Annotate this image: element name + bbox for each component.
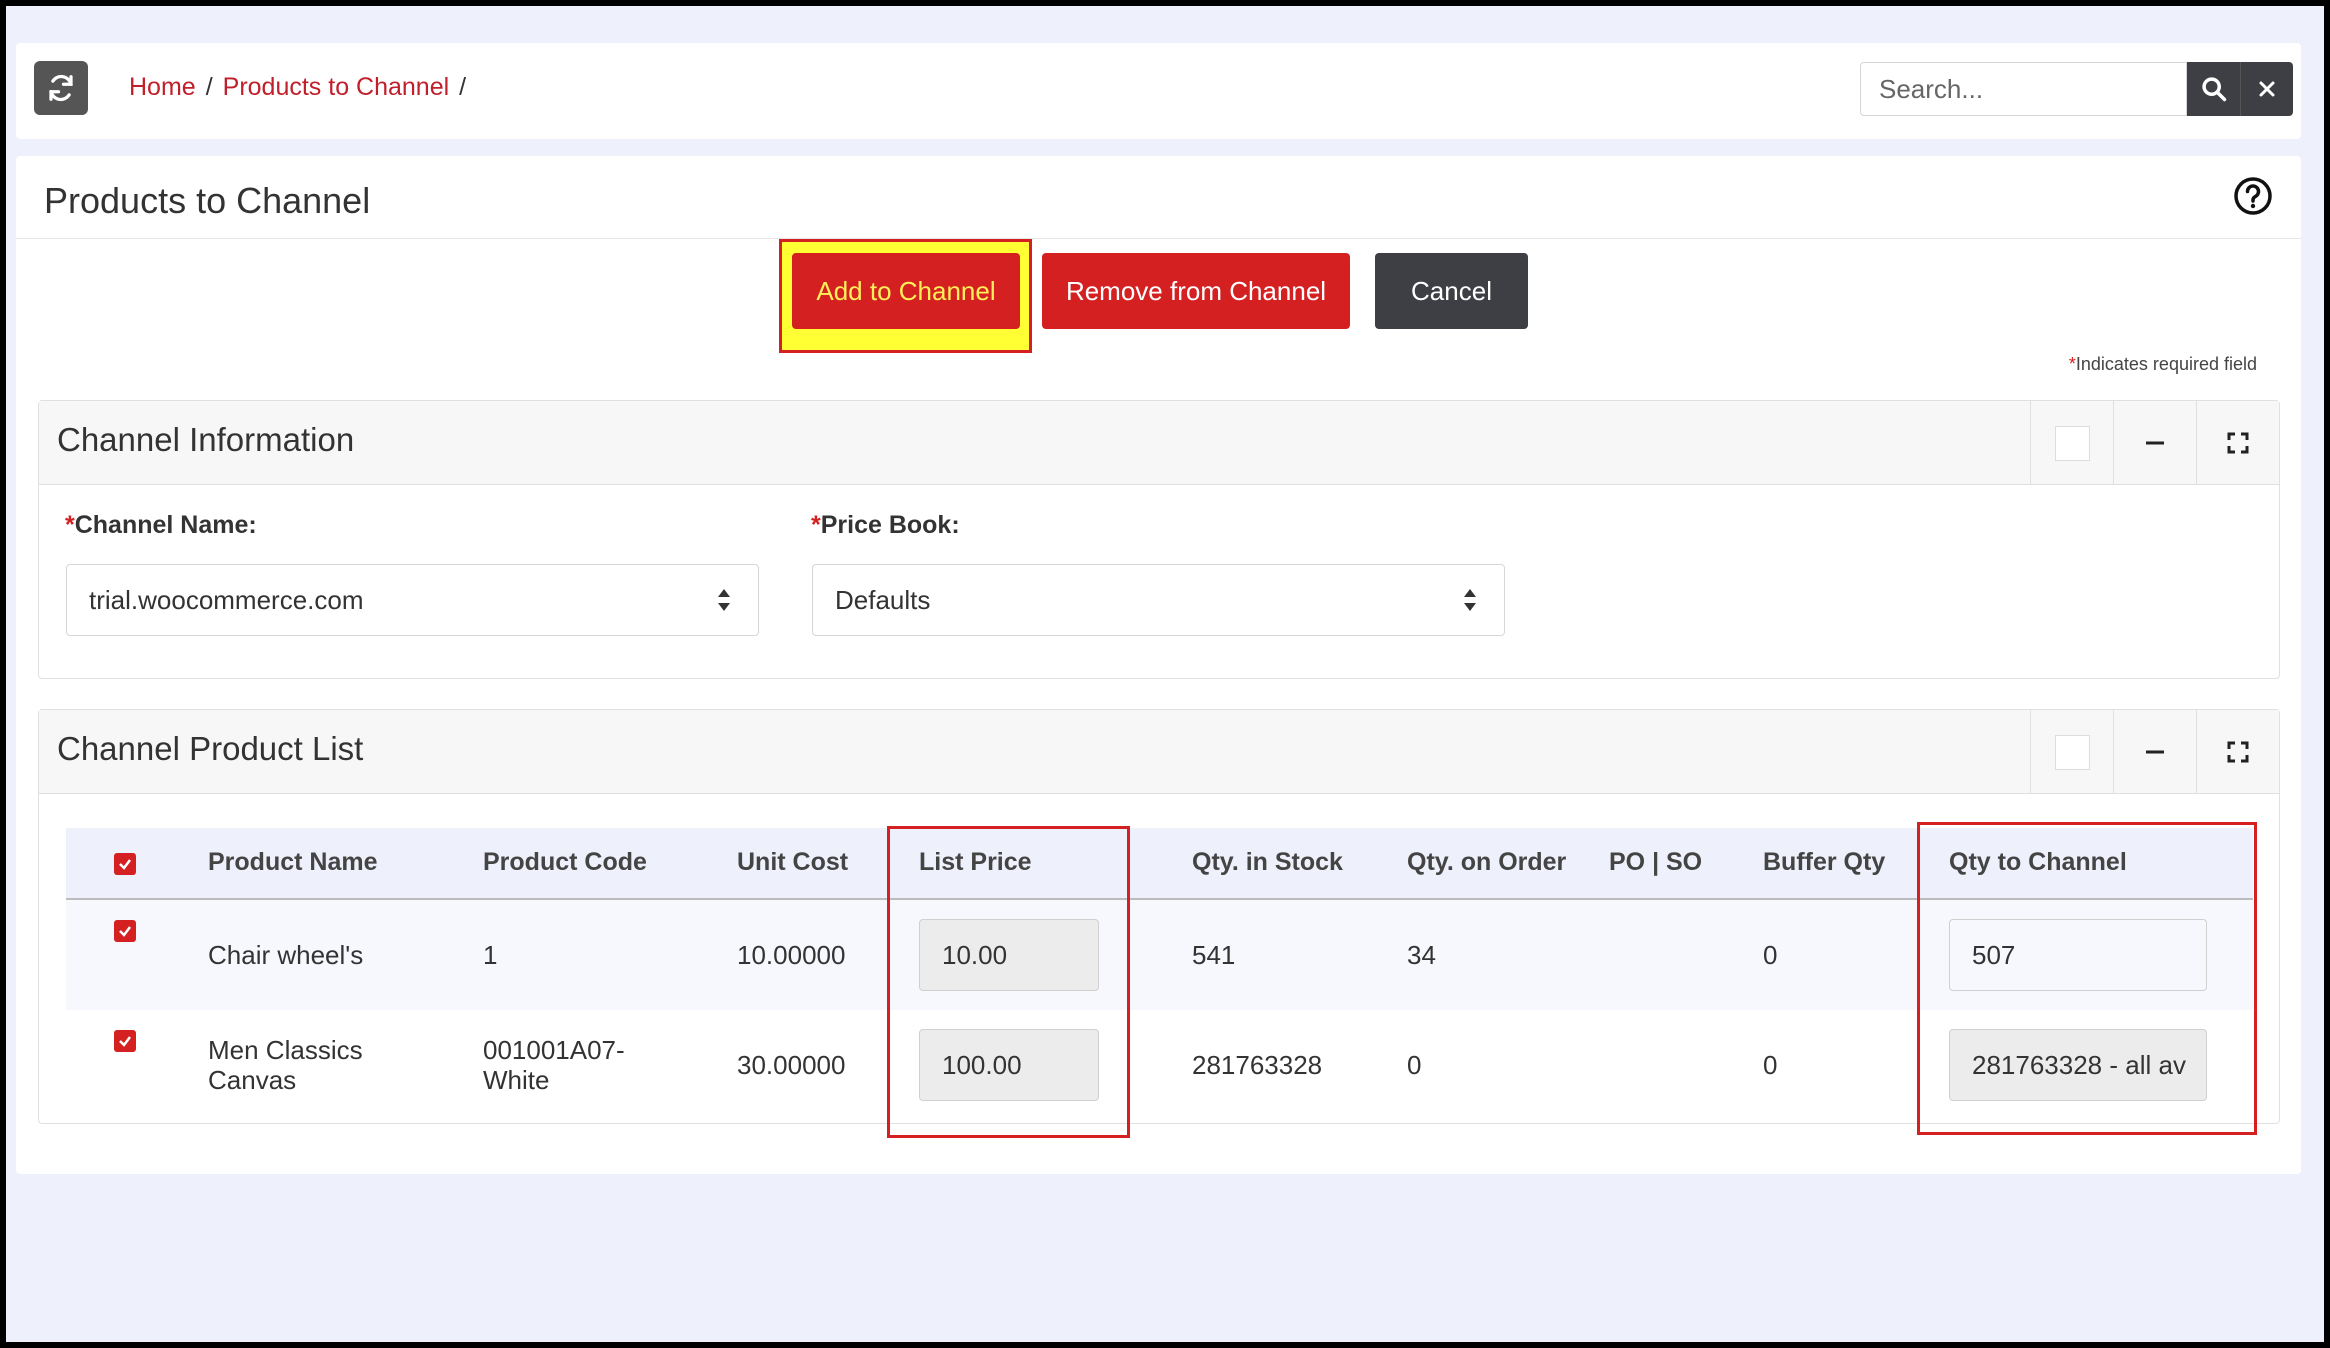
refresh-button[interactable] xyxy=(34,61,88,115)
page-title: Products to Channel xyxy=(44,180,371,221)
card-tools xyxy=(2030,710,2279,794)
column-header-qty-in-stock[interactable]: Qty. in Stock xyxy=(1192,848,1343,877)
help-icon xyxy=(2234,177,2272,215)
column-header-po-so[interactable]: PO | SO xyxy=(1609,848,1702,877)
channel-name-label-text: Channel Name: xyxy=(74,511,257,539)
channel-name-label: *Channel Name: xyxy=(65,511,257,540)
required-note-text: Indicates required field xyxy=(2075,354,2257,374)
row-checkbox[interactable] xyxy=(114,1030,136,1052)
required-star: * xyxy=(2068,354,2076,374)
price-book-label-text: Price Book: xyxy=(820,511,960,539)
product-code-line: 001001A07- xyxy=(483,1035,625,1065)
card-select-toggle[interactable] xyxy=(2030,401,2113,485)
app-screen: Home / Products to Channel / Products to… xyxy=(6,6,2324,1342)
cancel-button[interactable]: Cancel xyxy=(1375,253,1528,329)
close-icon xyxy=(2259,81,2275,97)
price-book-value: Defaults xyxy=(835,584,931,615)
breadcrumb: Home / Products to Channel / xyxy=(129,73,466,102)
qty-in-stock: 541 xyxy=(1192,940,1236,970)
row-checkbox[interactable] xyxy=(114,920,136,942)
unit-cost: 10.00000 xyxy=(737,940,846,970)
search-button[interactable] xyxy=(2187,62,2240,116)
column-header-product-name[interactable]: Product Name xyxy=(208,848,377,877)
breadcrumb-separator: / xyxy=(205,73,213,101)
product-code: 001001A07- White xyxy=(483,1035,625,1095)
collapse-button[interactable] xyxy=(2113,710,2196,794)
card-header: Channel Product List xyxy=(39,710,2279,794)
checkbox-icon xyxy=(2054,734,2090,770)
qty-on-order: 34 xyxy=(1407,940,1436,970)
product-name-line: Men Classics xyxy=(208,1035,363,1065)
column-header-product-code[interactable]: Product Code xyxy=(483,848,647,877)
main-panel: Products to Channel Add to Channel Remov… xyxy=(16,156,2301,1174)
channel-information-card: Channel Information *Channel Name: trial… xyxy=(38,400,2280,679)
card-select-toggle[interactable] xyxy=(2030,710,2113,794)
breadcrumb-separator: / xyxy=(459,73,467,101)
check-icon xyxy=(119,859,131,870)
checkbox-icon xyxy=(2054,425,2090,461)
sort-arrows-icon xyxy=(718,589,730,611)
column-header-qty-on-order[interactable]: Qty. on Order xyxy=(1407,848,1566,877)
sort-arrows-icon xyxy=(1464,589,1476,611)
check-icon xyxy=(119,1036,131,1047)
unit-cost: 30.00000 xyxy=(737,1050,846,1080)
column-header-buffer-qty[interactable]: Buffer Qty xyxy=(1763,848,1885,877)
required-field-note: *Indicates required field xyxy=(2069,354,2257,375)
collapse-button[interactable] xyxy=(2113,401,2196,485)
list-price-highlight xyxy=(887,826,1130,1138)
help-button[interactable] xyxy=(2233,176,2273,221)
check-icon xyxy=(119,926,131,937)
channel-product-list-card: Channel Product List Product Name Produc… xyxy=(38,709,2280,1138)
minus-icon xyxy=(2146,750,2164,754)
search-input[interactable] xyxy=(1860,62,2187,116)
remove-from-channel-button[interactable]: Remove from Channel xyxy=(1042,253,1350,329)
buffer-qty: 0 xyxy=(1763,1050,1778,1080)
qty-in-stock: 281763328 xyxy=(1192,1050,1323,1080)
product-code-line: White xyxy=(483,1065,550,1095)
required-star: * xyxy=(65,511,75,539)
refresh-icon xyxy=(49,74,73,102)
product-name-line: Canvas xyxy=(208,1065,297,1095)
add-to-channel-button[interactable]: Add to Channel xyxy=(792,253,1020,329)
required-star: * xyxy=(811,511,821,539)
search-bar xyxy=(1860,62,2293,116)
select-all-checkbox[interactable] xyxy=(114,853,136,875)
card-title: Channel Information xyxy=(57,421,355,458)
expand-icon xyxy=(2227,741,2249,763)
price-book-select[interactable]: Defaults xyxy=(812,564,1505,636)
price-book-label: *Price Book: xyxy=(811,511,960,540)
title-divider xyxy=(16,238,2301,239)
qty-to-channel-highlight xyxy=(1917,822,2257,1135)
top-bar: Home / Products to Channel / xyxy=(16,43,2301,139)
expand-button[interactable] xyxy=(2196,710,2279,794)
expand-icon xyxy=(2227,432,2249,454)
expand-button[interactable] xyxy=(2196,401,2279,485)
column-header-unit-cost[interactable]: Unit Cost xyxy=(737,848,848,877)
product-code: 1 xyxy=(483,940,498,970)
card-header: Channel Information xyxy=(39,401,2279,485)
card-title: Channel Product List xyxy=(57,730,364,767)
product-name: Men Classics Canvas xyxy=(208,1035,363,1095)
search-icon xyxy=(2201,77,2226,102)
channel-name-value: trial.woocommerce.com xyxy=(89,584,364,615)
product-name: Chair wheel's xyxy=(208,940,364,970)
qty-on-order: 0 xyxy=(1407,1050,1422,1080)
card-tools xyxy=(2030,401,2279,485)
minus-icon xyxy=(2146,441,2164,445)
breadcrumb-home[interactable]: Home xyxy=(129,73,196,102)
breadcrumb-products-to-channel[interactable]: Products to Channel xyxy=(223,73,450,102)
channel-name-select[interactable]: trial.woocommerce.com xyxy=(66,564,759,636)
buffer-qty: 0 xyxy=(1763,940,1778,970)
clear-search-button[interactable] xyxy=(2240,62,2293,116)
